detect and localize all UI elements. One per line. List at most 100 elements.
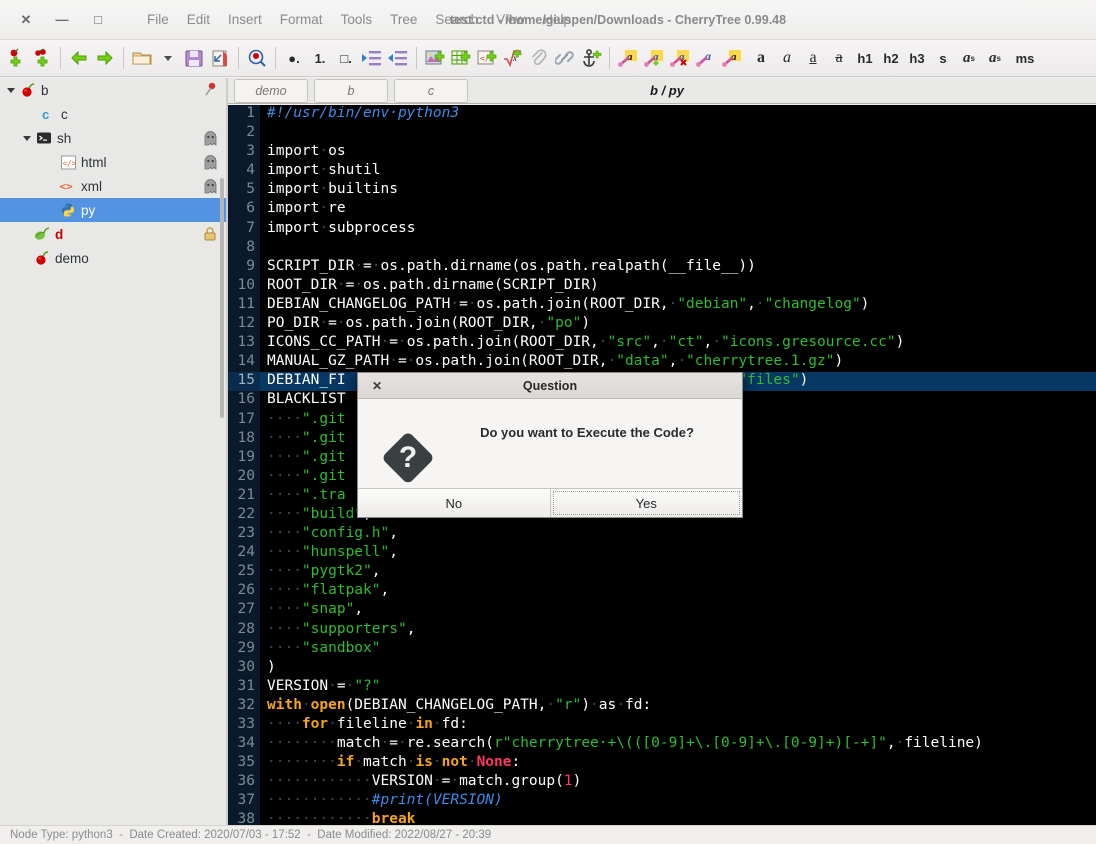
text-foreground-color-icon[interactable]: a	[615, 44, 641, 72]
insert-link-icon[interactable]	[552, 44, 578, 72]
open-recent-chevron-down-icon[interactable]	[155, 44, 181, 72]
text-highlight-icon[interactable]: a	[719, 44, 745, 72]
tree-node-c[interactable]: c c	[0, 102, 226, 126]
remove-formatting-icon[interactable]: a	[667, 44, 693, 72]
menu-view[interactable]: View	[487, 8, 534, 31]
code-text: ····"hunspell",	[260, 544, 398, 563]
bulleted-list-label: ●.	[288, 52, 299, 65]
monospace-icon[interactable]: ms	[1008, 44, 1042, 72]
tree-node-d[interactable]: d	[0, 222, 226, 246]
menu-help[interactable]: Help	[534, 8, 580, 31]
expander-arrow-icon[interactable]	[4, 78, 18, 102]
code-text: )	[260, 659, 276, 678]
numbered-list-icon[interactable]: 1.	[307, 44, 333, 72]
heading-3-icon[interactable]: h3	[904, 44, 930, 72]
toolbar-separator	[123, 47, 124, 69]
line-number: 11	[228, 296, 260, 315]
bulleted-list-icon[interactable]: ●.	[281, 44, 307, 72]
superscript-marker: s	[971, 54, 975, 63]
superscript-icon[interactable]: as	[956, 44, 982, 72]
menu-edit[interactable]: Edit	[178, 8, 219, 31]
find-replace-icon[interactable]	[244, 44, 270, 72]
tree-scrollbar[interactable]	[220, 178, 224, 418]
open-file-icon[interactable]	[129, 44, 155, 72]
go-forward-icon[interactable]	[92, 44, 118, 72]
pin-icon	[200, 81, 220, 99]
tree-node-xml[interactable]: <> xml	[0, 174, 226, 198]
line-number: 5	[228, 181, 260, 200]
code-text: ····"supporters",	[260, 621, 415, 640]
menu-format[interactable]: Format	[271, 8, 332, 31]
text-color-blue-icon[interactable]: a	[693, 44, 719, 72]
line-number: 22	[228, 506, 260, 525]
new-node-icon[interactable]	[3, 44, 29, 72]
indent-decrease-icon[interactable]	[385, 44, 411, 72]
todo-list-icon[interactable]: □.	[333, 44, 359, 72]
subscript-icon[interactable]: as	[982, 44, 1008, 72]
numbered-list-label: 1.	[315, 52, 326, 65]
svg-text:?: ?	[399, 441, 417, 474]
tab-label: c	[428, 84, 434, 98]
code-line: 37············#print(VERSION)	[228, 792, 1096, 811]
tab-demo[interactable]: demo	[234, 79, 308, 103]
insert-anchor-icon[interactable]	[578, 44, 604, 72]
code-line: 24····"hunspell",	[228, 544, 1096, 563]
line-number: 33	[228, 716, 260, 735]
go-back-icon[interactable]	[66, 44, 92, 72]
menu-tree[interactable]: Tree	[381, 8, 426, 31]
dialog-yes-button[interactable]: Yes	[551, 489, 743, 517]
expander-placeholder	[24, 102, 38, 126]
insert-codebox-icon[interactable]: </>	[474, 44, 500, 72]
bold-icon[interactable]: a	[748, 44, 774, 72]
code-text: ROOT_DIR·=·os.path.dirname(SCRIPT_DIR)	[260, 277, 599, 296]
xml-icon: <>	[58, 174, 78, 198]
dialog-no-button[interactable]: No	[358, 489, 551, 517]
strikethrough-icon[interactable]: a	[826, 44, 852, 72]
menu-file[interactable]: File	[138, 8, 178, 31]
save-as-icon[interactable]	[207, 44, 233, 72]
new-subnode-icon[interactable]	[29, 44, 55, 72]
tree-node-py[interactable]: py	[0, 198, 226, 222]
window-close-button[interactable]: ✕	[12, 6, 40, 34]
insert-latex-icon[interactable]: x	[500, 44, 526, 72]
attach-file-icon[interactable]	[526, 44, 552, 72]
menu-bar: File Edit Insert Format Tools Tree Searc…	[138, 8, 580, 31]
italic-icon[interactable]: a	[774, 44, 800, 72]
heading-2-icon[interactable]: h2	[878, 44, 904, 72]
window-maximize-button[interactable]: □	[84, 6, 112, 34]
insert-table-icon[interactable]	[448, 44, 474, 72]
tab-c[interactable]: c	[394, 79, 468, 103]
window-minimize-button[interactable]: —	[48, 6, 76, 34]
code-line: 3import·os	[228, 143, 1096, 162]
tab-b[interactable]: b	[314, 79, 388, 103]
line-number: 4	[228, 162, 260, 181]
save-icon[interactable]	[181, 44, 207, 72]
tab-bar: demo b c b / py	[228, 78, 1096, 104]
tree-sidebar[interactable]: b c c sh </> ht	[0, 78, 226, 825]
code-line: 32with·open(DEBIAN_CHANGELOG_PATH,·"r")·…	[228, 697, 1096, 716]
menu-tools[interactable]: Tools	[332, 8, 382, 31]
text-background-color-icon[interactable]: a	[641, 44, 667, 72]
underline-icon[interactable]: a	[800, 44, 826, 72]
tree-node-demo[interactable]: demo	[0, 246, 226, 270]
line-number: 36	[228, 773, 260, 792]
tab-label: b	[348, 84, 355, 98]
code-text: ····".git	[260, 468, 346, 487]
dialog-yes-label: Yes	[636, 496, 657, 511]
code-text: ····"build",	[260, 506, 372, 525]
tree-node-html[interactable]: </> html	[0, 150, 226, 174]
menu-search[interactable]: Search	[426, 8, 487, 31]
menu-insert[interactable]: Insert	[219, 8, 271, 31]
dialog-message: Do you want to Execute the Code?	[458, 419, 742, 440]
dialog-no-label: No	[445, 496, 462, 511]
indent-increase-icon[interactable]	[359, 44, 385, 72]
insert-image-icon[interactable]	[422, 44, 448, 72]
tree-node-b[interactable]: b	[0, 78, 226, 102]
dialog-close-button[interactable]: ✕	[366, 379, 388, 393]
small-text-icon[interactable]: s	[930, 44, 956, 72]
code-text: ····".tra	[260, 487, 346, 506]
status-text: Node Type: python3 - Date Created: 2020/…	[0, 829, 491, 841]
tree-node-sh[interactable]: sh	[0, 126, 226, 150]
expander-arrow-icon[interactable]	[20, 126, 34, 150]
heading-1-icon[interactable]: h1	[852, 44, 878, 72]
